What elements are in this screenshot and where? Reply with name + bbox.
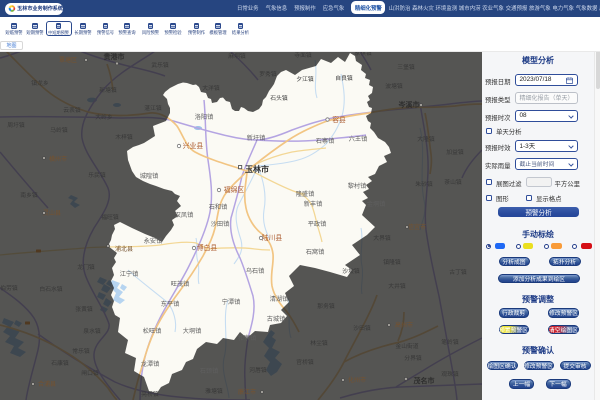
svg-text:浦北县: 浦北县 bbox=[115, 245, 133, 253]
svg-text:廉江市: 廉江市 bbox=[238, 388, 256, 396]
svg-text:麻垌镇: 麻垌镇 bbox=[228, 52, 246, 60]
svg-text:福绵区: 福绵区 bbox=[224, 185, 245, 194]
svg-text:三堡镇: 三堡镇 bbox=[397, 63, 415, 71]
svg-text:龙门镇: 龙门镇 bbox=[77, 263, 95, 271]
svg-text:大井镇: 大井镇 bbox=[388, 282, 406, 290]
svg-text:沙田镇: 沙田镇 bbox=[211, 220, 230, 228]
svg-text:石窝镇: 石窝镇 bbox=[306, 248, 325, 256]
svg-text:新圩镇: 新圩镇 bbox=[247, 134, 266, 142]
svg-text:石头镇: 石头镇 bbox=[270, 94, 288, 102]
svg-text:武乐镇: 武乐镇 bbox=[151, 61, 169, 69]
svg-text:伯劳镇: 伯劳镇 bbox=[0, 284, 18, 292]
svg-text:玉林市: 玉林市 bbox=[245, 164, 269, 174]
svg-text:福旺镇: 福旺镇 bbox=[101, 213, 119, 221]
svg-text:大岭乡: 大岭乡 bbox=[95, 113, 113, 121]
svg-text:大界镇: 大界镇 bbox=[373, 234, 391, 242]
svg-text:容县: 容县 bbox=[332, 115, 346, 124]
svg-text:石和镇: 石和镇 bbox=[209, 203, 228, 211]
svg-text:泉水镇: 泉水镇 bbox=[83, 327, 101, 335]
svg-text:平政镇: 平政镇 bbox=[308, 220, 327, 228]
svg-text:林尘镇: 林尘镇 bbox=[310, 339, 328, 347]
svg-text:松旺镇: 松旺镇 bbox=[143, 327, 162, 335]
svg-text:云表镇: 云表镇 bbox=[63, 106, 81, 114]
svg-text:石康镇: 石康镇 bbox=[51, 359, 69, 367]
svg-text:南乡镇: 南乡镇 bbox=[20, 191, 38, 199]
svg-text:旺茂镇: 旺茂镇 bbox=[171, 280, 190, 288]
svg-text:茶山镇: 茶山镇 bbox=[444, 178, 462, 186]
svg-text:新塘镇: 新塘镇 bbox=[99, 86, 117, 94]
svg-text:永安镇: 永安镇 bbox=[144, 237, 163, 245]
svg-text:新丰镇: 新丰镇 bbox=[304, 200, 323, 208]
svg-text:自良镇: 自良镇 bbox=[335, 74, 353, 82]
svg-text:清湖镇: 清湖镇 bbox=[270, 295, 289, 303]
svg-text:隆盛镇: 隆盛镇 bbox=[296, 190, 315, 198]
svg-text:波塘镇: 波塘镇 bbox=[385, 82, 403, 90]
svg-text:江宁镇: 江宁镇 bbox=[120, 270, 139, 278]
svg-text:夕江镇: 夕江镇 bbox=[296, 75, 314, 83]
svg-text:宁潭镇: 宁潭镇 bbox=[222, 298, 241, 306]
svg-text:贵港市: 贵港市 bbox=[104, 52, 125, 61]
svg-text:大洋镇: 大洋镇 bbox=[202, 84, 220, 92]
svg-text:分界镇: 分界镇 bbox=[404, 354, 422, 362]
svg-text:陆川县: 陆川县 bbox=[262, 233, 283, 242]
svg-text:古城镇: 古城镇 bbox=[267, 315, 286, 323]
svg-text:乌石镇: 乌石镇 bbox=[246, 267, 265, 275]
svg-text:罗秀镇: 罗秀镇 bbox=[259, 70, 277, 78]
svg-text:朱砂镇: 朱砂镇 bbox=[415, 180, 433, 188]
svg-text:湛江镇: 湛江镇 bbox=[144, 104, 162, 112]
svg-text:闸口镇: 闸口镇 bbox=[81, 369, 99, 377]
svg-text:寺面镇: 寺面镇 bbox=[294, 51, 312, 59]
svg-text:沙田镇: 沙田镇 bbox=[353, 324, 371, 332]
svg-text:笔岭镇: 笔岭镇 bbox=[441, 338, 459, 346]
svg-text:大垌镇: 大垌镇 bbox=[183, 327, 202, 335]
svg-text:汉凤镇: 汉凤镇 bbox=[175, 211, 194, 219]
svg-text:东平镇: 东平镇 bbox=[161, 300, 180, 308]
svg-text:高州市: 高州市 bbox=[395, 321, 413, 329]
svg-text:金垌镇: 金垌镇 bbox=[367, 200, 386, 208]
svg-text:兴业县: 兴业县 bbox=[183, 141, 204, 150]
svg-text:黎村镇: 黎村镇 bbox=[348, 182, 367, 190]
svg-text:六王镇: 六王镇 bbox=[349, 135, 368, 143]
svg-text:观珠镇: 观珠镇 bbox=[441, 370, 459, 378]
svg-text:马岭镇: 马岭镇 bbox=[50, 126, 68, 134]
svg-text:覃塘区: 覃塘区 bbox=[59, 56, 77, 64]
svg-text:合浦县: 合浦县 bbox=[38, 380, 56, 388]
svg-text:博白县: 博白县 bbox=[197, 243, 218, 252]
svg-text:龙潭镇: 龙潭镇 bbox=[141, 360, 160, 368]
svg-text:金山街道: 金山街道 bbox=[395, 342, 418, 350]
svg-text:信宜市: 信宜市 bbox=[408, 223, 426, 231]
svg-text:和寮镇: 和寮镇 bbox=[238, 334, 257, 342]
svg-text:古丁镇: 古丁镇 bbox=[449, 268, 467, 276]
svg-text:张黄镇: 张黄镇 bbox=[75, 305, 93, 313]
svg-text:石寨镇: 石寨镇 bbox=[316, 137, 335, 145]
svg-text:白石水镇: 白石水镇 bbox=[39, 285, 62, 293]
svg-text:横州市: 横州市 bbox=[49, 155, 67, 163]
svg-text:雅塘镇: 雅塘镇 bbox=[205, 387, 223, 395]
svg-text:洛阳镇: 洛阳镇 bbox=[195, 113, 214, 121]
svg-text:亮桥镇: 亮桥镇 bbox=[141, 390, 159, 398]
svg-text:大隆镇: 大隆镇 bbox=[417, 135, 435, 143]
svg-text:河唇镇: 河唇镇 bbox=[249, 366, 267, 374]
svg-text:乐民镇: 乐民镇 bbox=[88, 171, 106, 179]
svg-text:官桥镇: 官桥镇 bbox=[296, 358, 314, 366]
svg-text:沙坡镇: 沙坡镇 bbox=[342, 267, 360, 275]
svg-text:城隍镇: 城隍镇 bbox=[140, 172, 159, 180]
svg-text:岑溪市: 岑溪市 bbox=[399, 100, 420, 109]
svg-text:镇龙乡: 镇龙乡 bbox=[31, 79, 49, 87]
svg-text:石颈镇: 石颈镇 bbox=[200, 367, 219, 375]
svg-text:加益镇: 加益镇 bbox=[446, 148, 464, 156]
svg-text:木梓镇: 木梓镇 bbox=[115, 133, 133, 141]
svg-text:周圩镇: 周圩镇 bbox=[7, 121, 25, 129]
svg-text:常乐镇: 常乐镇 bbox=[72, 347, 90, 355]
svg-text:那务镇: 那务镇 bbox=[317, 302, 335, 310]
svg-text:化州市: 化州市 bbox=[348, 376, 366, 384]
svg-text:镇隆镇: 镇隆镇 bbox=[383, 258, 401, 266]
svg-text:茂名市: 茂名市 bbox=[414, 376, 435, 385]
